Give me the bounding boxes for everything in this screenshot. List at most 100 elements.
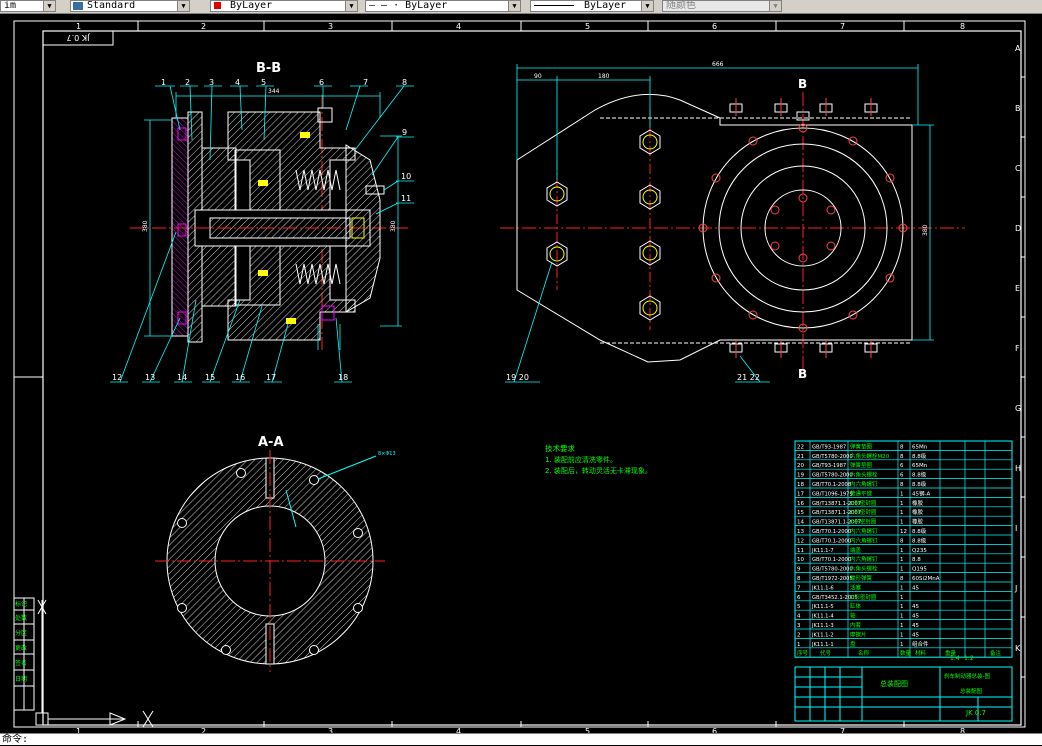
callout-10: 10 <box>401 172 411 181</box>
bom-cell-code: JK11.1-3 <box>811 623 834 629</box>
bom-cell-no: 11 <box>797 548 804 554</box>
bom-cell-name: 碟形弹簧 <box>850 574 873 582</box>
text-style-value: Standard <box>87 0 136 11</box>
bom-cell-code: GB/T70.1-2000 <box>812 557 851 563</box>
row-label: J <box>1014 584 1017 593</box>
bom-cell-qty: 1 <box>900 491 904 497</box>
dim-666: 666 <box>712 61 724 68</box>
text-style-combo[interactable]: Standard ▼ <box>70 0 190 12</box>
chevron-down-icon[interactable]: ▼ <box>641 1 653 11</box>
bom-cell-qty: 8 <box>900 444 904 450</box>
row-label: E <box>1015 284 1020 293</box>
title-block: 总装配图 刹车制动器总装-图 总装配图 JK 0.7 1:4 1:2 <box>794 655 1013 722</box>
bom-cell-code: JK11.1-2 <box>811 632 834 638</box>
chevron-down-icon[interactable]: ▼ <box>43 1 55 11</box>
callout-19-20: 19 20 <box>506 373 529 382</box>
left-panel-label: 分区 <box>15 629 27 637</box>
plotstyle-combo[interactable]: 随颜色 ▼ <box>662 0 782 12</box>
bom-cell-no: 16 <box>797 501 804 507</box>
bom-cell-no: 14 <box>797 520 804 526</box>
sub-title: 总装配图 <box>960 687 983 695</box>
bom-cell-no: 8 <box>797 576 801 582</box>
bom-cell-name: 六角头螺栓 <box>850 565 878 573</box>
bom-cell-qty: 1 <box>900 604 904 610</box>
col-label: 1 <box>76 22 81 31</box>
col-label: 8 <box>960 22 965 31</box>
bom-cell-name: 盘 <box>850 640 856 648</box>
bom-cell-no: 21 <box>797 454 804 460</box>
bom-cell-name: 内六角螺钉 <box>850 527 878 535</box>
bom-cell-code: GB/T70.1-2000 <box>812 529 851 535</box>
view-bb-label: B-B <box>256 61 281 76</box>
bom-cell-mat: 65Mn <box>912 444 928 450</box>
drawing-name: 总装配图 <box>880 679 908 688</box>
bom-cell-qty: 6 <box>900 463 904 469</box>
bom-cell-mat: 橡胶 <box>912 499 924 507</box>
bom-cell-mat: 8.8级 <box>912 527 927 535</box>
bom-cell-qty: 8 <box>900 576 904 582</box>
command-prompt: 命令: <box>2 734 29 745</box>
bom-cell-name: 轴 <box>850 612 856 620</box>
section-mark-bottom: B <box>798 367 807 381</box>
callout-13: 13 <box>145 373 155 382</box>
chevron-down-icon[interactable]: ▼ <box>345 1 357 11</box>
bom-cell-qty: 6 <box>900 473 904 479</box>
lineweight-sample-icon <box>534 4 574 6</box>
bom-table: 22 GB/T93-1987 弹簧垫圈 8 65Mn21 GB/T5780-2000六角头… <box>794 440 1013 658</box>
bom-cell-name: 端盖 <box>850 546 862 554</box>
bom-cell-no: 2 <box>797 632 801 638</box>
bom-header-mat: 材料 <box>915 649 927 657</box>
bom-cell-mat: Q195 <box>912 567 927 573</box>
color-combo[interactable]: ByLayer ▼ <box>210 0 358 12</box>
bom-cell-name: O形密封圈 <box>850 518 877 526</box>
border-row-labels: A B C D E F G H I J K <box>1014 44 1021 653</box>
bom-cell-code: GB/T70.1-2000 <box>812 538 851 544</box>
bom-cell-no: 19 <box>797 473 804 479</box>
bom-cell-name: 普通平键 <box>850 489 873 497</box>
bom-cell-qty: 1 <box>900 632 904 638</box>
layer-combo[interactable]: im ▼ <box>0 0 56 12</box>
linetype-combo[interactable]: — — · ByLayer ▼ <box>365 0 521 12</box>
bom-cell-mat: 8.8 <box>912 557 921 563</box>
bom-cell-no: 6 <box>797 595 801 601</box>
chevron-down-icon[interactable]: ▼ <box>508 1 520 11</box>
chevron-down-icon[interactable]: ▼ <box>769 1 781 11</box>
bom-cell-qty: 12 <box>900 529 907 535</box>
bom-header-qty: 数量 <box>900 649 912 657</box>
bom-cell-mat: 45钢-A <box>912 489 930 497</box>
drawing-canvas[interactable]: 1 2 3 4 5 6 7 8 1 2 3 4 5 6 7 8 A B C D … <box>0 14 1042 733</box>
row-label: G <box>1015 404 1021 413</box>
bom-cell-no: 1 <box>797 642 801 648</box>
callout-12: 12 <box>112 373 122 382</box>
callout-11: 11 <box>401 194 411 203</box>
bom-cell-qty: 8 <box>900 454 904 460</box>
bom-cell-no: 7 <box>797 585 801 591</box>
callout-7: 7 <box>363 78 368 87</box>
command-line[interactable]: 命令: <box>0 733 1042 745</box>
view-aa-label: A-A <box>258 435 284 450</box>
callout-5: 5 <box>261 78 266 87</box>
dim-side: 380 <box>390 220 397 232</box>
bom-cell-code: GB/T1096-1979 <box>812 491 853 497</box>
chevron-down-icon[interactable]: ▼ <box>177 1 189 11</box>
bom-cell-name: 六角头螺栓M20 <box>850 452 890 460</box>
bom-cell-code: GB/T5780-2000 <box>812 454 853 460</box>
ucs-icon <box>35 599 154 728</box>
col-label: 5 <box>585 22 590 31</box>
bom-cell-code: JK11.1-1 <box>811 642 834 648</box>
aa-hole-label: 8×Φ13 <box>378 451 396 457</box>
dim-front-height: 380 <box>922 224 929 236</box>
bom-cell-no: 17 <box>797 491 804 497</box>
bom-cell-qty: 1 <box>900 557 904 563</box>
bom-cell-no: 3 <box>797 623 801 629</box>
bom-cell-no: 12 <box>797 538 804 544</box>
callout-17: 17 <box>266 373 276 382</box>
lineweight-combo[interactable]: ByLayer ▼ <box>530 0 654 12</box>
bom-cell-name: O形密封圈 <box>850 593 877 601</box>
row-label: F <box>1015 344 1020 353</box>
color-swatch-icon <box>214 1 221 9</box>
callout-15: 15 <box>205 373 215 382</box>
bom-cell-name: O形密封圈 <box>850 508 877 516</box>
bom-cell-no: 5 <box>797 604 801 610</box>
bom-cell-qty: 1 <box>900 595 904 601</box>
